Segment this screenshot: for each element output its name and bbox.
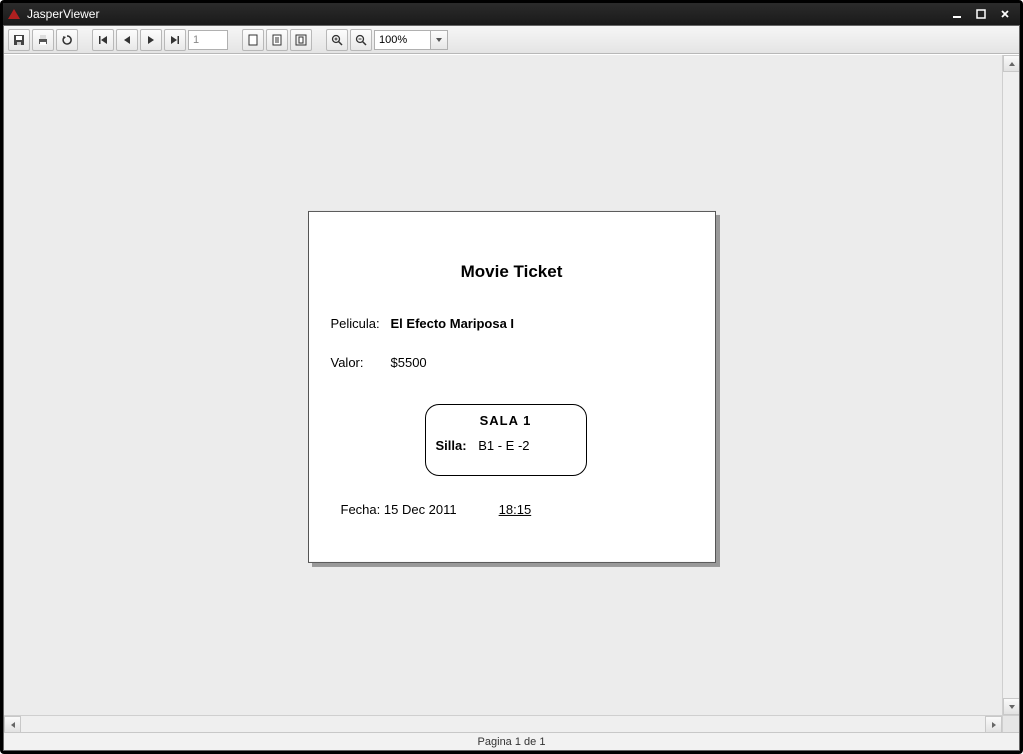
- chevron-down-icon: [1008, 703, 1016, 711]
- pelicula-value: El Efecto Mariposa I: [391, 315, 515, 330]
- scroll-right-button[interactable]: [985, 716, 1002, 732]
- save-button[interactable]: [8, 29, 30, 51]
- valor-row: Valor: $5500: [331, 354, 715, 369]
- chevron-right-icon: [990, 721, 998, 729]
- toolbar: [4, 26, 1019, 54]
- fecha-label: Fecha:: [341, 501, 381, 516]
- zoom-out-icon: [354, 33, 368, 47]
- prev-page-button[interactable]: [116, 29, 138, 51]
- page-actual-icon: [246, 33, 260, 47]
- fit-page-icon: [270, 33, 284, 47]
- vertical-scrollbar[interactable]: [1002, 55, 1019, 715]
- zoom-out-button[interactable]: [350, 29, 372, 51]
- valor-value: $5500: [391, 354, 427, 369]
- chevron-down-icon: [435, 36, 443, 44]
- fecha-value: 15 Dec 2011: [384, 501, 457, 516]
- silla-value: B1 - E -2: [478, 437, 529, 452]
- scroll-left-button[interactable]: [4, 716, 21, 732]
- fecha-row: Fecha: 15 Dec 2011 18:15: [341, 501, 715, 516]
- reload-button[interactable]: [56, 29, 78, 51]
- next-page-icon: [144, 33, 158, 47]
- zoom-combo[interactable]: [374, 30, 448, 50]
- zoom-dropdown-button[interactable]: [430, 30, 448, 50]
- valor-label: Valor:: [331, 354, 391, 369]
- app-window: JasperViewer: [0, 0, 1023, 754]
- seat-box: SALA 1 Silla: B1 - E -2: [425, 403, 587, 475]
- chevron-up-icon: [1008, 60, 1016, 68]
- zoom-input[interactable]: [374, 30, 430, 50]
- print-button[interactable]: [32, 29, 54, 51]
- fit-width-button[interactable]: [290, 29, 312, 51]
- status-text: Pagina 1 de 1: [478, 736, 546, 748]
- report-page: Movie Ticket Pelicula: El Efecto Maripos…: [308, 210, 716, 562]
- reload-icon: [60, 33, 74, 47]
- silla-label: Silla:: [436, 437, 467, 452]
- fecha-text: Fecha: 15 Dec 2011: [341, 501, 457, 516]
- document-viewport[interactable]: Movie Ticket Pelicula: El Efecto Maripos…: [4, 55, 1019, 732]
- fit-width-icon: [294, 33, 308, 47]
- print-icon: [36, 33, 50, 47]
- prev-page-icon: [120, 33, 134, 47]
- horizontal-scrollbar[interactable]: [4, 715, 1002, 732]
- window-title: JasperViewer: [27, 7, 944, 21]
- page-number-input[interactable]: [188, 30, 228, 50]
- zoom-in-icon: [330, 33, 344, 47]
- first-page-button[interactable]: [92, 29, 114, 51]
- maximize-button[interactable]: [970, 6, 992, 22]
- scroll-down-button[interactable]: [1003, 698, 1019, 715]
- viewport-container: Movie Ticket Pelicula: El Efecto Maripos…: [4, 54, 1019, 750]
- window-body: Movie Ticket Pelicula: El Efecto Maripos…: [3, 25, 1020, 751]
- first-page-icon: [96, 33, 110, 47]
- pelicula-label: Pelicula:: [331, 315, 391, 330]
- save-icon: [12, 33, 26, 47]
- silla-row: Silla: B1 - E -2: [436, 437, 576, 452]
- fit-page-button[interactable]: [266, 29, 288, 51]
- minimize-button[interactable]: [946, 6, 968, 22]
- status-bar: Pagina 1 de 1: [4, 732, 1019, 750]
- next-page-button[interactable]: [140, 29, 162, 51]
- close-button[interactable]: [994, 6, 1016, 22]
- last-page-icon: [168, 33, 182, 47]
- last-page-button[interactable]: [164, 29, 186, 51]
- chevron-left-icon: [9, 721, 17, 729]
- pelicula-row: Pelicula: El Efecto Mariposa I: [331, 315, 715, 330]
- scroll-track[interactable]: [21, 716, 985, 732]
- scroll-corner: [1002, 715, 1019, 732]
- scroll-up-button[interactable]: [1003, 55, 1019, 72]
- zoom-in-button[interactable]: [326, 29, 348, 51]
- sala-label: SALA 1: [436, 412, 576, 427]
- actual-size-button[interactable]: [242, 29, 264, 51]
- app-icon: [7, 7, 21, 21]
- scroll-track[interactable]: [1003, 72, 1019, 698]
- report-title: Movie Ticket: [309, 261, 715, 281]
- titlebar: JasperViewer: [3, 3, 1020, 25]
- time-value: 18:15: [499, 501, 532, 516]
